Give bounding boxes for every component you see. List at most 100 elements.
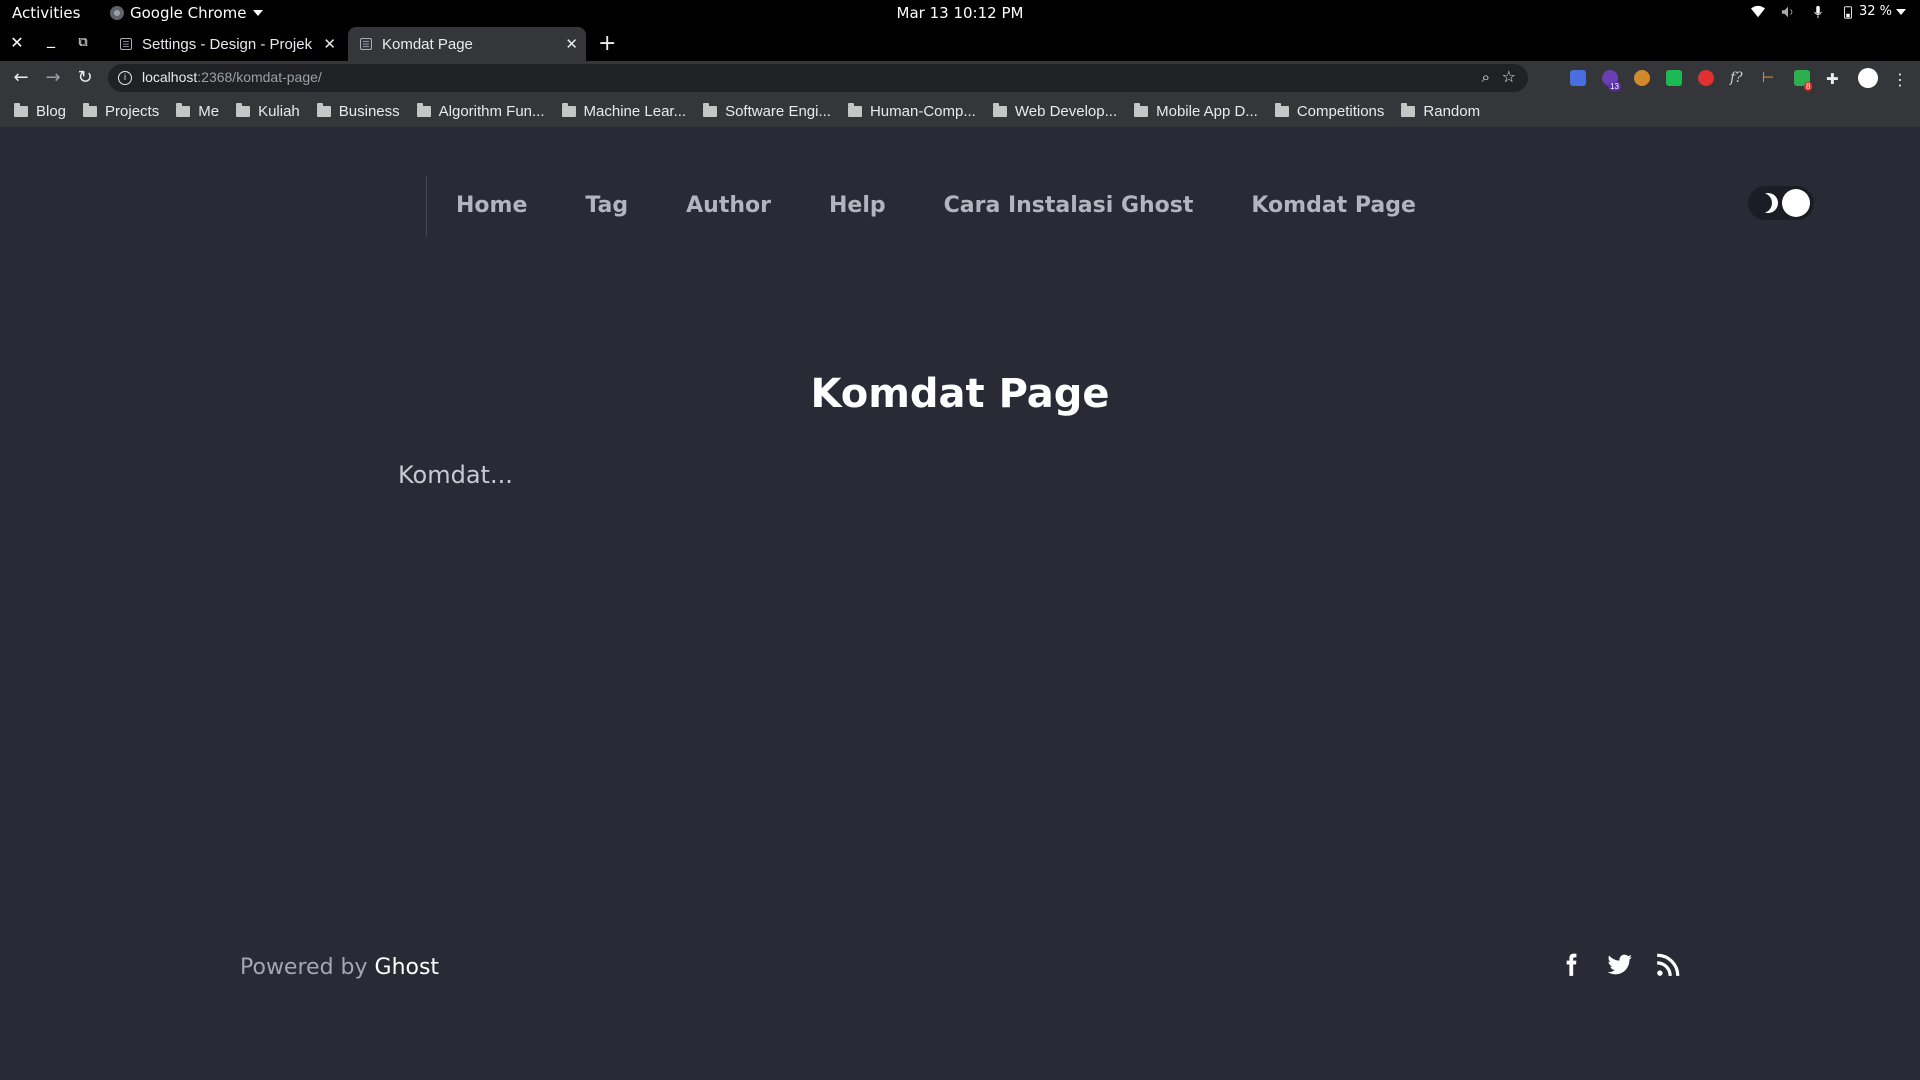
ghost-link[interactable]: Ghost: [375, 955, 440, 980]
tab-settings[interactable]: ☰ Settings - Design - Projek ✕: [112, 27, 344, 61]
footer-powered-by: Powered by Ghost: [240, 955, 439, 980]
ghost-favicon-icon: ☰: [120, 38, 132, 50]
cookie-extension-icon[interactable]: [1634, 70, 1650, 86]
bookmark-folder[interactable]: Software Engi...: [703, 102, 831, 120]
url-host: localhost: [142, 69, 198, 85]
bookmark-folder[interactable]: Web Develop...: [992, 102, 1118, 120]
bookmark-folder[interactable]: Business: [316, 102, 400, 120]
url-text[interactable]: localhost:2368/komdat-page/: [142, 69, 322, 85]
folder-icon: [561, 102, 576, 117]
forward-icon[interactable]: →: [42, 67, 64, 88]
close-tab-icon[interactable]: ✕: [323, 35, 336, 53]
close-window-icon[interactable]: ✕: [8, 35, 26, 51]
bookmark-folder[interactable]: Mobile App D...: [1134, 102, 1258, 120]
extension-icon[interactable]: ⊢: [1762, 70, 1778, 86]
bookmark-label: Web Develop...: [1014, 102, 1118, 120]
facebook-icon[interactable]: [1558, 952, 1584, 978]
close-tab-icon[interactable]: ✕: [565, 35, 578, 53]
url-path: :2368/komdat-page/: [197, 69, 322, 85]
battery-icon: [1844, 5, 1852, 19]
moon-icon: [1752, 193, 1778, 213]
browser-toolbar: ← → ↻ i localhost:2368/komdat-page/ ⌕ ☆ …: [0, 61, 1920, 95]
extension-badge: 13: [1608, 82, 1621, 91]
more-menu-icon[interactable]: ⋮: [1892, 70, 1908, 89]
ghost-favicon-icon: ☰: [360, 38, 372, 50]
folder-icon: [1134, 102, 1149, 117]
folder-icon: [847, 102, 862, 117]
extension-icon[interactable]: [1698, 70, 1714, 86]
page-content: Komdat...: [398, 461, 513, 489]
bookmark-star-icon[interactable]: ☆: [1502, 67, 1516, 86]
folder-icon: [14, 102, 28, 117]
nav-home[interactable]: Home: [456, 193, 527, 218]
folder-icon: [83, 102, 98, 117]
nav-tag[interactable]: Tag: [585, 193, 628, 218]
translate-extension-icon[interactable]: [1570, 70, 1586, 86]
twitter-icon[interactable]: [1607, 952, 1633, 978]
bookmark-label: Mobile App D...: [1156, 102, 1258, 120]
clock[interactable]: Mar 13 10:12 PM: [0, 4, 1920, 22]
bookmark-folder[interactable]: Projects: [83, 102, 160, 120]
site-info-icon[interactable]: i: [118, 71, 132, 85]
bookmark-folder[interactable]: Me: [176, 102, 220, 120]
bookmark-label: Blog: [36, 102, 67, 120]
folder-icon: [703, 102, 718, 117]
bookmark-label: Business: [338, 102, 400, 120]
tab-strip: ✕ _ ⧉ ☰ Settings - Design - Projek ✕ ☰ K…: [0, 27, 1920, 61]
reload-icon[interactable]: ↻: [74, 67, 96, 88]
nav-cara-instalasi-ghost[interactable]: Cara Instalasi Ghost: [944, 193, 1194, 218]
bookmark-label: Projects: [105, 102, 160, 120]
tab-title: Komdat Page: [382, 35, 473, 53]
bookmark-label: Human-Comp...: [869, 102, 976, 120]
restore-window-icon[interactable]: ⧉: [74, 35, 92, 51]
bookmark-folder[interactable]: Human-Comp...: [847, 102, 976, 120]
footer-prefix: Powered by: [240, 955, 375, 980]
extension-icon[interactable]: [1666, 70, 1682, 86]
minimize-window-icon[interactable]: _: [42, 31, 60, 47]
nav-divider: [426, 176, 427, 236]
bookmark-label: Me: [198, 102, 220, 120]
bookmark-folder[interactable]: Random: [1401, 102, 1481, 120]
bookmarks-bar: Blog Projects Me Kuliah Business Algorit…: [0, 95, 1920, 127]
system-tray[interactable]: 32 %: [1750, 4, 1906, 19]
volume-icon: [1781, 6, 1793, 17]
bookmark-folder[interactable]: Algorithm Fun...: [416, 102, 545, 120]
new-tab-button[interactable]: +: [598, 31, 616, 56]
folder-icon: [1401, 102, 1416, 117]
web-page: Home Tag Author Help Cara Instalasi Ghos…: [0, 127, 1920, 1080]
system-top-bar: Activities Google Chrome Mar 13 10:12 PM…: [0, 0, 1920, 27]
folder-icon: [992, 102, 1007, 117]
nav-help[interactable]: Help: [829, 193, 886, 218]
folder-icon: [236, 102, 251, 117]
folder-icon: [1274, 102, 1289, 117]
wifi-icon: [1750, 5, 1765, 17]
tab-title: Settings - Design - Projek: [142, 35, 313, 53]
caret-down-icon: [1896, 8, 1906, 15]
toggle-knob: [1782, 189, 1810, 217]
bookmark-label: Kuliah: [258, 102, 300, 120]
bookmark-label: Software Engi...: [725, 102, 831, 120]
folder-icon: [316, 102, 331, 117]
address-bar[interactable]: i localhost:2368/komdat-page/ ⌕ ☆: [108, 64, 1528, 92]
microphone-icon: [1814, 5, 1822, 18]
tab-komdat-page[interactable]: ☰ Komdat Page ✕: [348, 27, 586, 61]
bookmark-folder[interactable]: Blog: [14, 102, 67, 120]
back-icon[interactable]: ←: [10, 67, 32, 88]
formula-extension-icon[interactable]: f?: [1730, 70, 1746, 86]
bookmark-folder[interactable]: Kuliah: [236, 102, 300, 120]
bookmark-label: Algorithm Fun...: [438, 102, 545, 120]
profile-avatar[interactable]: [1858, 68, 1878, 88]
nav-author[interactable]: Author: [686, 193, 771, 218]
folder-icon: [416, 102, 431, 117]
dark-mode-toggle[interactable]: [1748, 186, 1814, 220]
zoom-icon[interactable]: ⌕: [1482, 68, 1490, 86]
bookmark-label: Machine Lear...: [583, 102, 687, 120]
nav-komdat-page[interactable]: Komdat Page: [1251, 193, 1416, 218]
bookmark-label: Random: [1423, 102, 1481, 120]
bookmark-label: Competitions: [1296, 102, 1385, 120]
bookmark-folder[interactable]: Machine Lear...: [561, 102, 687, 120]
extensions-puzzle-icon[interactable]: ✚: [1826, 70, 1842, 88]
rss-icon[interactable]: [1655, 952, 1681, 978]
site-nav: Home Tag Author Help Cara Instalasi Ghos…: [456, 193, 1416, 218]
bookmark-folder[interactable]: Competitions: [1274, 102, 1385, 120]
